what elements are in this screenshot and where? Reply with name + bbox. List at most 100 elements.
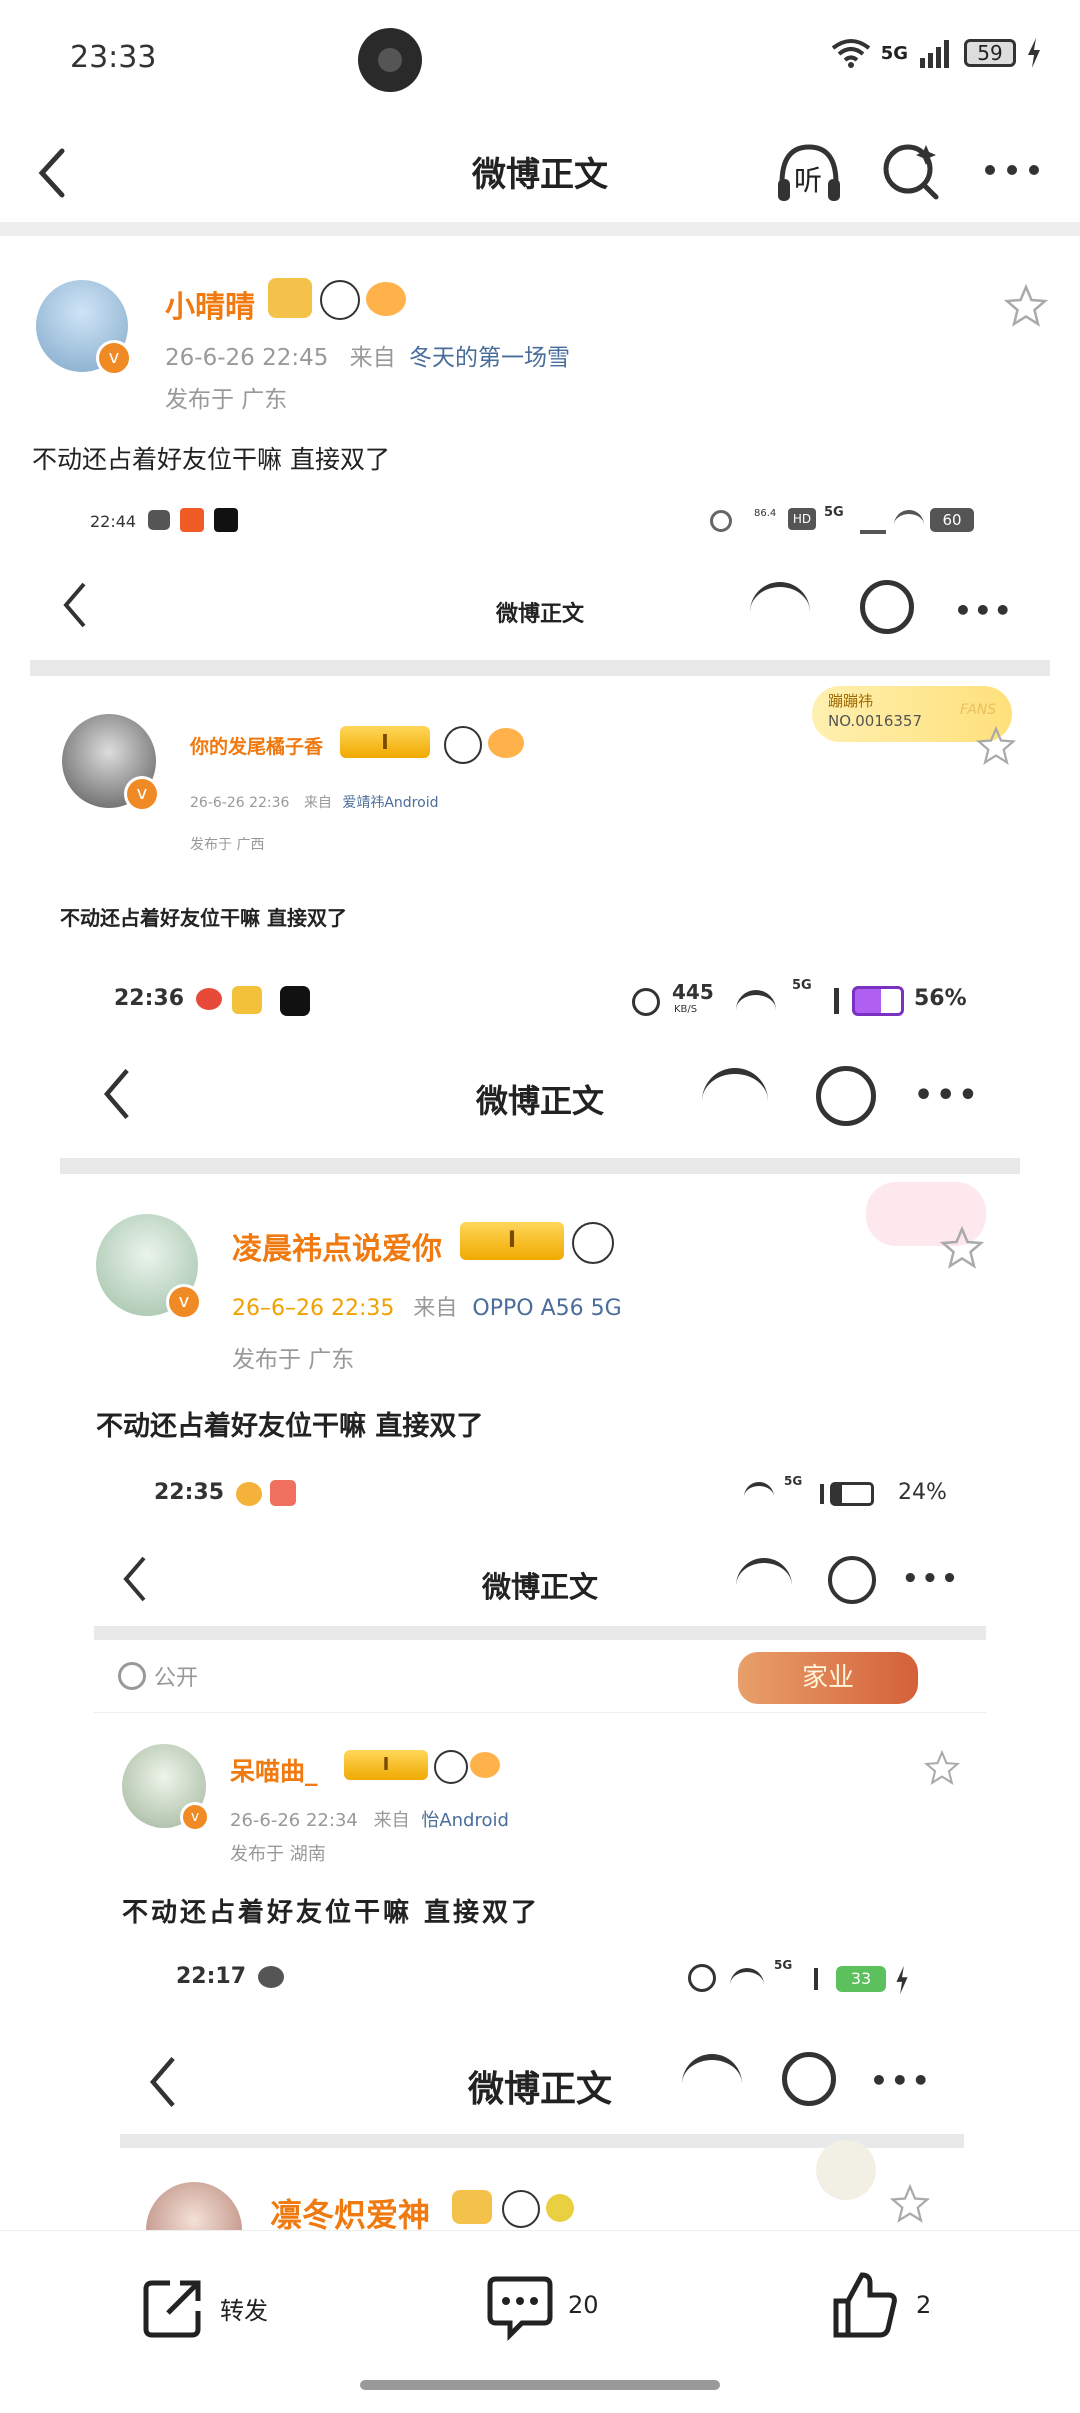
shot4-author: 凛冬炽爱神 (270, 2196, 431, 2230)
repost-button[interactable]: 转发 (136, 2271, 316, 2351)
shot3-text: 不动还占着好友位干嘛 直接双了 (122, 1898, 541, 1928)
shot1-time: 22:44 (90, 512, 137, 531)
verified-badge-icon: v (166, 1284, 202, 1320)
shot4-time: 22:17 (176, 1964, 247, 1989)
shot2-battery-pct: 56% (914, 986, 967, 1011)
globe-icon (118, 1662, 146, 1690)
battery-icon (830, 1482, 874, 1506)
headphones-icon (702, 1068, 768, 1130)
star-icon[interactable] (1004, 284, 1048, 328)
shot2-location: 发布于 广东 (232, 1347, 355, 1373)
shot1-text: 不动还占着好友位干嘛 直接双了 (60, 906, 347, 930)
divider (94, 1626, 986, 1640)
embedded-screenshot-1[interactable]: 22:44 86.4 HD 5G 60 微博正文 ••• v 你的发尾橘子香 I… (30, 500, 1050, 960)
battery-icon (852, 986, 904, 1016)
ai-search-icon (828, 1556, 876, 1604)
embedded-screenshot-3[interactable]: 22:35 5G 24% 微博正文 ••• 公开 家业 v 呆喵曲_ I 26-… (90, 1460, 990, 1940)
panda-icon (320, 280, 360, 320)
headphones-icon (682, 2054, 742, 2112)
star-icon (890, 2184, 930, 2223)
ai-search-icon[interactable] (880, 139, 944, 203)
shot1-date: 26-6-26 22:36 (190, 795, 290, 811)
home-indicator[interactable] (360, 2380, 720, 2390)
like-count: 2 (916, 2291, 932, 2319)
ai-search-icon (782, 2052, 836, 2106)
signal-icon (812, 988, 839, 1014)
app-icon (270, 1480, 296, 1506)
listen-label: 听 (794, 164, 823, 197)
panda-icon (434, 1750, 468, 1784)
more-icon: ••• (954, 594, 1014, 627)
fans-badge-no: NO.0016357 (828, 712, 922, 730)
fish-icon (470, 1752, 500, 1778)
signal-icon (920, 40, 949, 68)
weibo-icon (196, 988, 222, 1010)
more-icon[interactable] (982, 163, 1042, 177)
post-source[interactable]: 冬天的第一场雪 (409, 345, 570, 371)
shot3-network: 5G (784, 1474, 803, 1488)
shot3-banner: 家业 (801, 1663, 854, 1693)
divider (94, 1712, 986, 1713)
status-bar: 23:33 5G 59 (0, 0, 1080, 125)
headphones-icon (736, 1558, 792, 1609)
shot2-time: 22:36 (114, 986, 185, 1011)
wechat-icon (258, 1966, 284, 1988)
system-icons: 5G 59 (831, 38, 1042, 68)
vip-badge: I (340, 726, 430, 758)
flower-icon (546, 2194, 574, 2222)
embedded-screenshot-2[interactable]: 22:36 445 KB/S 5G 56% 微博正文 ••• v 凌晨祎点说爱你… (60, 960, 1020, 1442)
avatar: v (122, 1744, 210, 1832)
alarm-icon (688, 1964, 716, 1992)
shot2-author: 凌晨祎点说爱你 (232, 1232, 442, 1267)
signal-icon (860, 514, 886, 534)
divider (0, 222, 1080, 236)
shot3-date: 26-6-26 22:34 (230, 1810, 358, 1831)
signal-icon (802, 1484, 824, 1504)
shot3-author: 呆喵曲_ (230, 1757, 318, 1786)
shot3-visibility: 公开 (154, 1666, 199, 1691)
battery-icon: 33 (836, 1966, 886, 1992)
tiktok-icon (214, 508, 238, 532)
app-icon (280, 986, 310, 1016)
post-text: 不动还占着好友位干嘛 直接双了 (32, 445, 390, 474)
author-name[interactable]: 小晴晴 (165, 282, 255, 326)
shot1-source: 爱靖祎Android (342, 795, 439, 811)
embedded-screenshot-4[interactable]: 22:17 5G 33 微博正文 ••• 凛冬炽爱神 (110, 1950, 970, 2230)
more-icon: ••• (902, 1564, 961, 1594)
shot4-battery: 33 (850, 1969, 872, 1988)
shot1-battery: 60 (942, 511, 962, 529)
headphones-icon (750, 582, 810, 637)
wifi-icon (730, 1968, 764, 1994)
vip-badge: I (460, 1222, 564, 1260)
divider (60, 1158, 1020, 1174)
shot2-speed: 445 (672, 980, 714, 1004)
comment-button[interactable]: 20 (484, 2271, 644, 2351)
camera-notch (358, 28, 422, 92)
weibo-icon (236, 1482, 262, 1506)
thumbs-up-icon (833, 2272, 897, 2338)
shot2-vip-level: I (507, 1228, 517, 1253)
avatar[interactable]: v (36, 280, 132, 376)
shot4-network: 5G (774, 1958, 793, 1972)
shot2-network: 5G (792, 978, 812, 993)
shot3-vip-level: I (382, 1754, 390, 1775)
avatar: v (96, 1214, 202, 1320)
shot1-network: 5G (824, 505, 844, 520)
listen-button[interactable]: 听 (772, 135, 846, 209)
wifi-icon (894, 510, 924, 534)
cat-sticker-icon (816, 2140, 876, 2200)
shot1-vip-level: I (381, 730, 389, 754)
fish-icon (488, 728, 524, 758)
crown-badge-icon (452, 2190, 492, 2224)
vip-badge: I (344, 1750, 428, 1780)
comment-count: 20 (568, 2291, 599, 2319)
crown-badge-icon (268, 278, 312, 318)
shot1-author: 你的发尾橘子香 (190, 736, 324, 758)
avatar (146, 2182, 242, 2230)
star-icon (940, 1226, 984, 1269)
mute-icon (710, 510, 732, 532)
post-date: 26-6-26 22:45 (165, 345, 329, 371)
battery-level: 59 (977, 41, 1003, 65)
like-button[interactable]: 2 (828, 2267, 958, 2351)
charging-icon (1028, 38, 1040, 68)
